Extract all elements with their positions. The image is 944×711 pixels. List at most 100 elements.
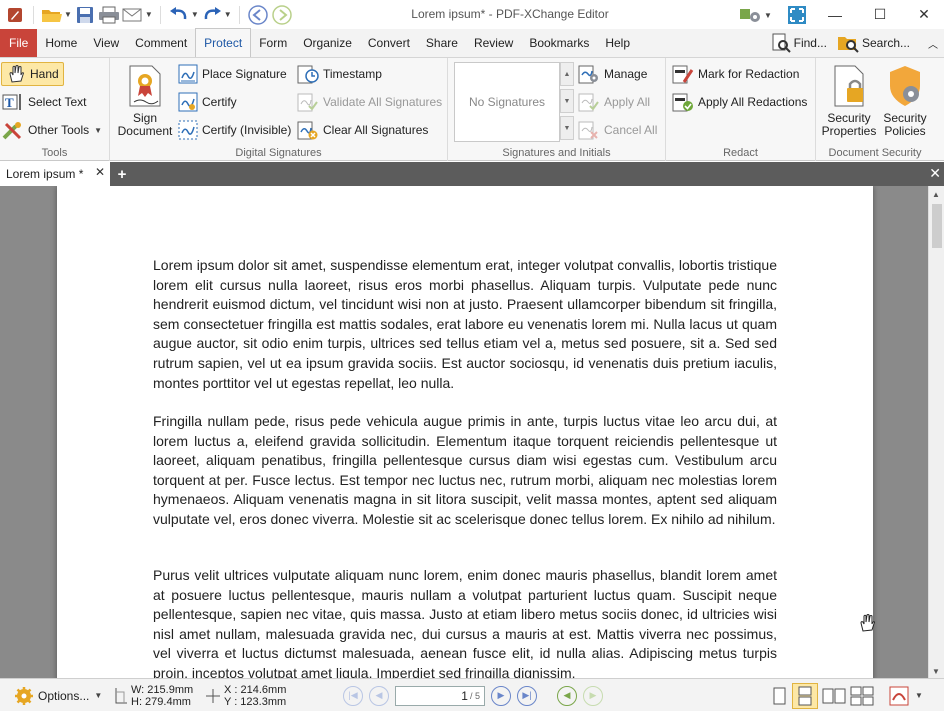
find-label: Find...: [793, 36, 827, 50]
continuous-page-icon[interactable]: [792, 682, 818, 709]
manage-label: Manage: [604, 67, 648, 81]
gallery-expand[interactable]: ▼: [560, 116, 574, 140]
close-tab-icon[interactable]: ✕: [95, 165, 105, 179]
group-label: Tools: [41, 147, 68, 159]
redo-icon[interactable]: ▼: [201, 4, 232, 26]
page-dimensions: W: 215.9mm H: 279.4mm: [114, 679, 193, 711]
tab-comment[interactable]: Comment: [127, 29, 195, 57]
undo-icon[interactable]: ▼: [168, 4, 199, 26]
first-page-button[interactable]: |◀: [343, 685, 363, 706]
customize-toolbar-icon[interactable]: ▼: [739, 4, 772, 26]
tab-home[interactable]: Home: [37, 29, 85, 57]
page-height: H: 279.4mm: [131, 695, 191, 708]
cursor-y: Y : 123.3mm: [224, 695, 287, 708]
minimize-button[interactable]: —: [815, 0, 855, 29]
tab-help[interactable]: Help: [597, 29, 638, 57]
options-button[interactable]: Options... ▼: [14, 679, 102, 711]
apply-all-button[interactable]: Apply All: [578, 90, 650, 114]
chevron-down-icon[interactable]: ▼: [764, 11, 772, 20]
validate-all-signatures-button[interactable]: Validate All Signatures: [297, 90, 442, 114]
tab-protect[interactable]: Protect: [195, 28, 252, 57]
find-button[interactable]: Find...: [771, 33, 827, 53]
status-bar: Options... ▼ W: 215.9mm H: 279.4mm X : 2…: [0, 678, 944, 711]
pdf-page[interactable]: Lorem ipsum dolor sit amet, suspendisse …: [57, 186, 873, 678]
group-label: Redact: [723, 147, 758, 159]
save-icon[interactable]: [74, 4, 96, 26]
last-page-button[interactable]: ▶|: [517, 685, 537, 706]
page-number-input[interactable]: 1 / 5: [395, 685, 485, 706]
search-label: Search...: [861, 36, 910, 50]
continuous-facing-icon[interactable]: [850, 686, 874, 706]
tab-bookmarks[interactable]: Bookmarks: [521, 29, 597, 57]
chevron-down-icon[interactable]: ▼: [145, 10, 153, 19]
security-policies-button[interactable]: Security Policies: [878, 64, 932, 138]
sign-document-button[interactable]: Sign Document: [114, 64, 176, 138]
next-page-button[interactable]: ▶: [491, 685, 511, 706]
maximize-button[interactable]: ☐: [860, 0, 900, 29]
chevron-down-icon[interactable]: ▼: [94, 126, 102, 135]
page-size-icon: [115, 687, 127, 703]
back-icon[interactable]: [247, 4, 269, 26]
pdf-icon[interactable]: [888, 685, 910, 707]
previous-page-button[interactable]: ◀: [369, 685, 389, 706]
signatures-gallery[interactable]: No Signatures: [454, 62, 560, 142]
previous-view-button[interactable]: ◀: [557, 685, 577, 706]
gallery-scroll-down[interactable]: ▼: [560, 89, 574, 113]
select-text-button[interactable]: T Select Text: [2, 90, 86, 114]
collapse-ribbon-icon[interactable]: ︿: [928, 36, 938, 51]
print-icon[interactable]: [98, 4, 120, 26]
clear-all-signatures-button[interactable]: Clear All Signatures: [297, 118, 428, 142]
chevron-down-icon[interactable]: ▼: [191, 10, 199, 19]
chevron-down-icon[interactable]: ▼: [94, 691, 102, 700]
scrollbar-thumb[interactable]: [932, 204, 942, 248]
hand-tool-button[interactable]: Hand: [1, 62, 64, 86]
tab-file[interactable]: File: [0, 29, 38, 57]
fullscreen-icon[interactable]: [786, 4, 808, 26]
tab-view[interactable]: View: [85, 29, 127, 57]
sign-document-icon: [129, 65, 161, 107]
tab-review[interactable]: Review: [466, 29, 521, 57]
new-tab-icon[interactable]: +: [114, 166, 130, 183]
sign-document-line2: Document: [117, 124, 173, 138]
document-tab[interactable]: Lorem ipsum * ✕: [0, 162, 110, 186]
cancel-all-button[interactable]: Cancel All: [578, 118, 657, 142]
search-button[interactable]: Search...: [837, 33, 910, 53]
close-button[interactable]: ✕: [904, 0, 944, 29]
mark-for-redaction-button[interactable]: Mark for Redaction: [672, 62, 799, 86]
other-tools-button[interactable]: Other Tools ▼: [2, 118, 102, 142]
open-folder-icon[interactable]: ▼: [41, 4, 72, 26]
apply-redactions-label: Apply All Redactions: [698, 95, 808, 109]
next-view-button[interactable]: ▶: [583, 685, 603, 706]
chevron-down-icon[interactable]: ▼: [64, 10, 72, 19]
chevron-down-icon[interactable]: ▼: [224, 10, 232, 19]
page-layout-controls: ▼: [770, 679, 923, 711]
close-document-icon[interactable]: ✕: [929, 165, 941, 182]
scroll-down-icon[interactable]: ▼: [932, 667, 940, 676]
apply-redactions-icon: [672, 93, 693, 112]
tab-convert[interactable]: Convert: [360, 29, 418, 57]
scroll-up-icon[interactable]: ▲: [932, 190, 940, 199]
tab-organize[interactable]: Organize: [295, 29, 360, 57]
certify-invisible-button[interactable]: Certify (Invisible): [178, 118, 291, 142]
gear-icon: [15, 686, 33, 705]
vertical-scrollbar[interactable]: ▲ ▼: [928, 186, 944, 678]
timestamp-button[interactable]: Timestamp: [297, 62, 382, 86]
options-label: Options...: [38, 688, 90, 703]
manage-button[interactable]: Manage: [578, 62, 647, 86]
single-page-icon[interactable]: [770, 686, 788, 706]
tab-form[interactable]: Form: [251, 29, 295, 57]
cancel-all-label: Cancel All: [604, 123, 658, 137]
apply-all-redactions-button[interactable]: Apply All Redactions: [672, 90, 807, 114]
place-signature-button[interactable]: Place Signature: [178, 62, 287, 86]
forward-icon[interactable]: [271, 4, 293, 26]
document-viewport[interactable]: Lorem ipsum dolor sit amet, suspendisse …: [0, 186, 928, 678]
app-icon[interactable]: [4, 4, 26, 26]
tab-share[interactable]: Share: [418, 29, 466, 57]
certify-button[interactable]: Certify: [178, 90, 237, 114]
gallery-scroll-up[interactable]: ▲: [560, 62, 574, 86]
security-properties-button[interactable]: Security Properties: [820, 64, 878, 138]
place-signature-label: Place Signature: [202, 67, 287, 81]
email-icon[interactable]: ▼: [122, 4, 153, 26]
facing-pages-icon[interactable]: [822, 686, 846, 706]
chevron-down-icon[interactable]: ▼: [915, 691, 923, 700]
